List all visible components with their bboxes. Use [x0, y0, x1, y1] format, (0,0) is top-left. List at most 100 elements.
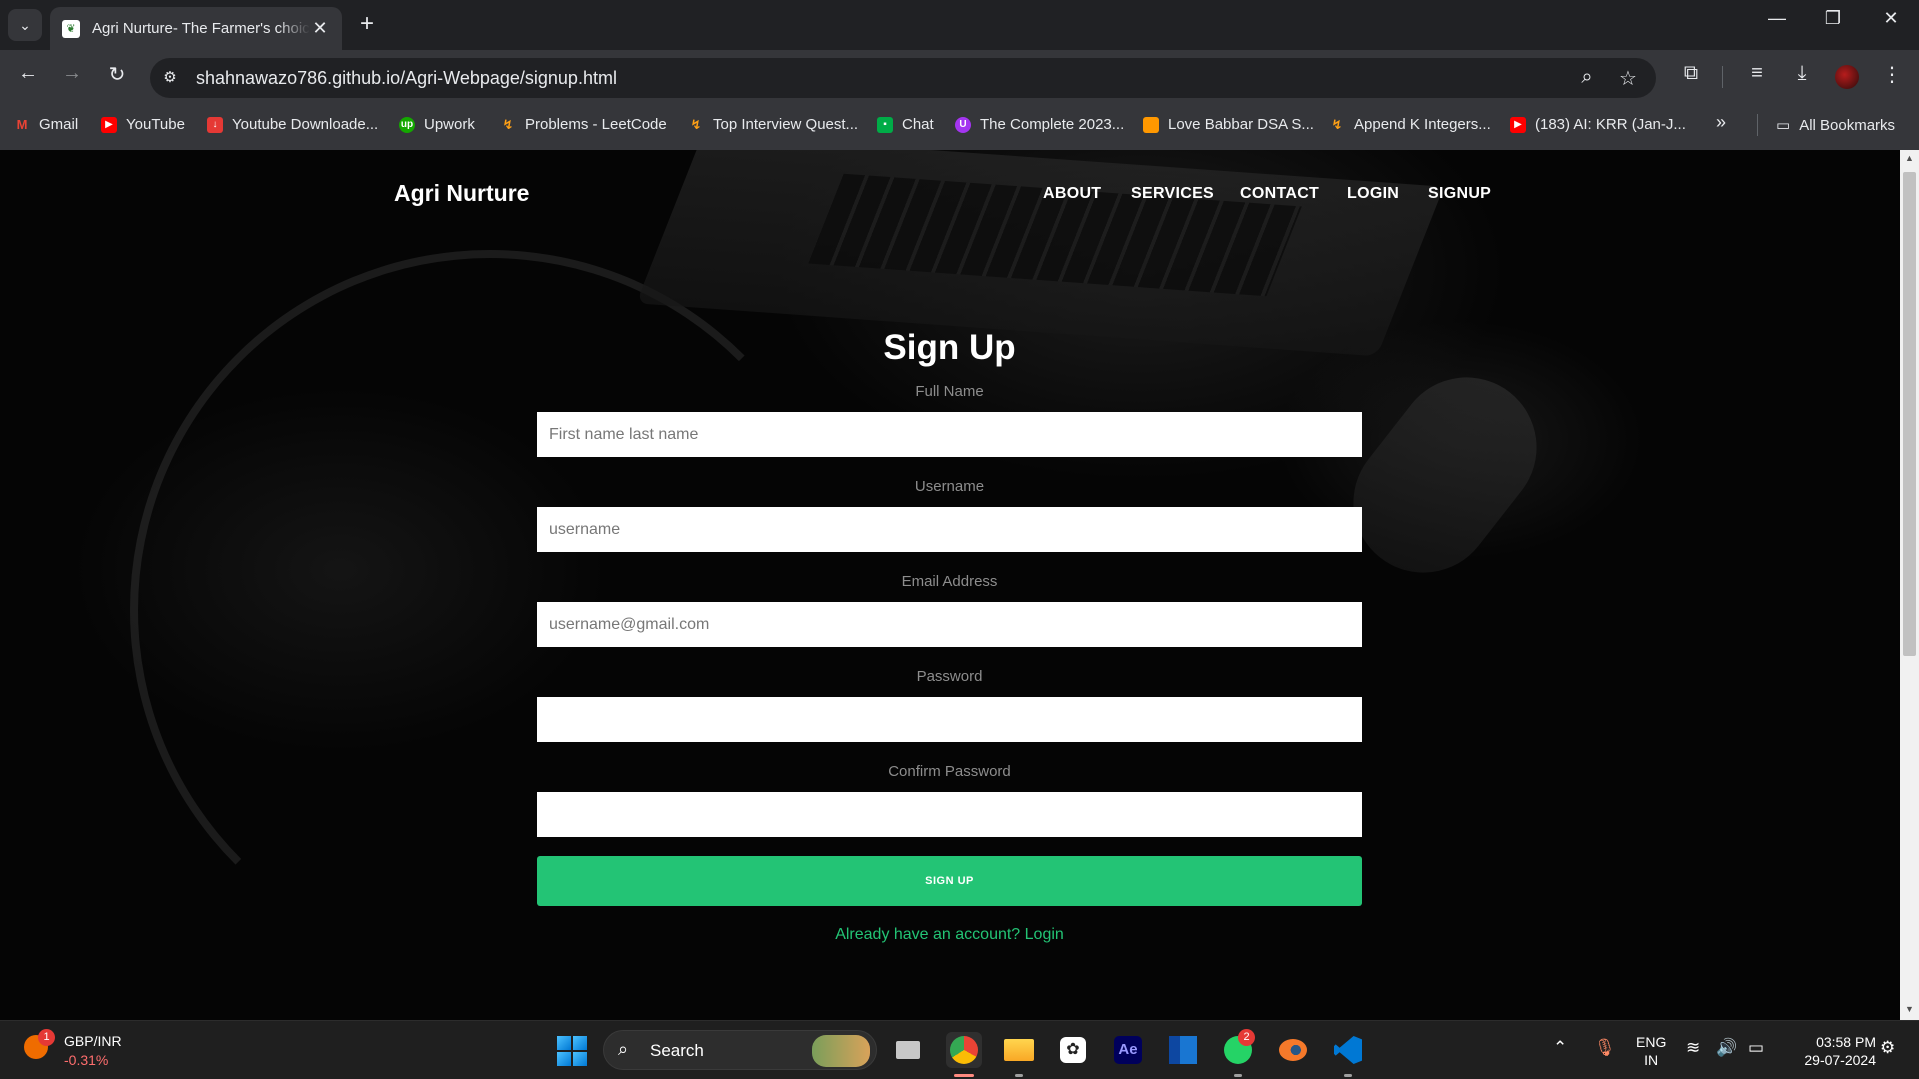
whatsapp-indicator: [1234, 1074, 1242, 1077]
search-icon: ⌕: [618, 1039, 629, 1059]
volume-icon[interactable]: 🔊: [1716, 1038, 1737, 1058]
after-effects-icon[interactable]: Ae: [1110, 1032, 1146, 1068]
toolbar-divider: [1722, 66, 1723, 88]
bookmark-gmail[interactable]: M Gmail: [14, 116, 79, 133]
nav-contact[interactable]: CONTACT: [1240, 185, 1319, 203]
leetcode-icon: ↯: [502, 116, 514, 132]
leetcode-icon: ↯: [690, 116, 702, 132]
scroll-thumb[interactable]: [1903, 172, 1916, 656]
confirm-password-input[interactable]: [537, 792, 1362, 837]
bookmark-star-icon[interactable]: ☆: [1615, 66, 1641, 91]
task-view-icon[interactable]: [890, 1032, 926, 1068]
back-arrow-icon[interactable]: ←: [14, 62, 42, 85]
blender-icon[interactable]: [1275, 1032, 1311, 1068]
bookmark-top-interview[interactable]: ↯ Top Interview Quest...: [688, 116, 859, 133]
login-link[interactable]: Already have an account? Login: [537, 926, 1362, 944]
file-explorer-icon[interactable]: [1001, 1032, 1037, 1068]
minimize-icon[interactable]: —: [1757, 8, 1797, 29]
wifi-icon[interactable]: ≋: [1686, 1038, 1700, 1058]
url-text[interactable]: shahnawazo786.github.io/Agri-Webpage/sig…: [196, 68, 617, 89]
sign-up-button[interactable]: SIGN UP: [537, 856, 1362, 906]
windows-start-icon[interactable]: [557, 1036, 587, 1066]
bookmarks-bar: M Gmail ▶ YouTube ↓ Youtube Downloade... up…: [0, 100, 1919, 150]
full-name-input[interactable]: [537, 412, 1362, 457]
chrome-icon[interactable]: [946, 1032, 982, 1068]
tab-bar: ⌄ ❦ Agri Nurture- The Farmer's choice ✕ …: [0, 0, 1919, 50]
site-favicon-icon: ❦: [62, 19, 80, 38]
search-highlight-art: [812, 1035, 870, 1067]
explorer-indicator: [1015, 1074, 1023, 1077]
nav-services[interactable]: SERVICES: [1131, 185, 1214, 203]
bookmark-complete-2023[interactable]: U The Complete 2023...: [955, 116, 1124, 133]
ticker-name[interactable]: GBP/INR: [64, 1033, 122, 1049]
bookmark-youtube-downloader[interactable]: ↓ Youtube Downloade...: [207, 116, 378, 133]
new-tab-button[interactable]: +: [354, 12, 380, 38]
extensions-icon[interactable]: ⧉: [1677, 62, 1705, 85]
close-tab-icon[interactable]: ✕: [310, 18, 330, 39]
taskbar-search[interactable]: ⌕ Search: [603, 1030, 877, 1070]
media-controls-icon[interactable]: ≡: [1743, 62, 1771, 85]
whatsapp-badge: 2: [1238, 1029, 1255, 1046]
nav-signup[interactable]: SIGNUP: [1428, 185, 1491, 203]
youtube-icon: ▶: [1510, 116, 1526, 133]
bookmark-append-k[interactable]: ↯ Append K Integers...: [1329, 116, 1491, 133]
bookmark-upwork[interactable]: up Upwork: [399, 116, 475, 133]
nav-about[interactable]: ABOUT: [1043, 185, 1101, 203]
tab-search-button[interactable]: ⌄: [8, 9, 42, 41]
username-input[interactable]: [537, 507, 1362, 552]
password-input[interactable]: [537, 697, 1362, 742]
username-label: Username: [914, 478, 985, 495]
taskbar-search-label: Search: [650, 1041, 704, 1060]
vscode-icon[interactable]: [1330, 1032, 1366, 1068]
course-icon: U: [955, 116, 971, 133]
microphone-icon[interactable]: 🎙: [1594, 1038, 1616, 1058]
email-input[interactable]: [537, 602, 1362, 647]
chevron-up-icon[interactable]: ⌃: [1553, 1038, 1567, 1058]
gmail-icon: M: [16, 117, 28, 132]
scroll-down-icon[interactable]: ▼: [1900, 1004, 1919, 1014]
bookmark-chat[interactable]: ▪ Chat: [877, 116, 934, 133]
widget-badge: 1: [38, 1029, 55, 1046]
more-bookmarks-icon[interactable]: »: [1716, 112, 1726, 133]
all-bookmarks-button[interactable]: ▭ All Bookmarks: [1776, 116, 1895, 135]
profile-avatar[interactable]: [1835, 65, 1859, 89]
restore-icon[interactable]: ❐: [1813, 8, 1853, 29]
nav-login[interactable]: LOGIN: [1347, 185, 1399, 203]
sheet-icon: [1143, 116, 1159, 133]
windows-taskbar: 1 GBP/INR -0.31% ⌕ Search ✿ Ae 2 ⌃ 🎙 ENG…: [0, 1020, 1919, 1079]
bookmark-love-babbar[interactable]: Love Babbar DSA S...: [1143, 116, 1314, 133]
bookmarks-divider: [1757, 114, 1758, 136]
leetcode-icon: ↯: [1331, 116, 1343, 132]
forward-arrow-icon[interactable]: →: [58, 62, 86, 85]
bookmark-youtube[interactable]: ▶ YouTube: [101, 116, 185, 133]
full-name-label: Full Name: [915, 383, 984, 400]
form-title: Sign Up: [883, 328, 1016, 367]
vscode-indicator: [1344, 1074, 1352, 1077]
page-viewport: Agri Nurture ABOUT SERVICES CONTACT LOGI…: [0, 150, 1900, 1020]
chrome-active-indicator: [954, 1074, 974, 1077]
site-brand-logo[interactable]: Agri Nurture: [394, 180, 529, 207]
address-bar[interactable]: ⚙ shahnawazo786.github.io/Agri-Webpage/s…: [150, 58, 1656, 98]
chevron-down-icon: ⌄: [19, 16, 31, 33]
zoom-icon[interactable]: ⌕: [1574, 66, 1600, 89]
app-book-icon[interactable]: [1165, 1032, 1201, 1068]
site-settings-icon[interactable]: ⚙: [160, 68, 180, 86]
bookmark-leetcode-problems[interactable]: ↯ Problems - LeetCode: [500, 116, 667, 133]
notifications-icon[interactable]: ⚙: [1880, 1038, 1895, 1058]
page-scrollbar[interactable]: ▲ ▼: [1900, 150, 1919, 1020]
reload-icon[interactable]: ↻: [103, 62, 131, 87]
close-window-icon[interactable]: ✕: [1871, 8, 1911, 29]
chat-icon: ▪: [877, 116, 893, 133]
language-indicator[interactable]: ENG IN: [1636, 1033, 1666, 1069]
battery-icon[interactable]: ▭: [1748, 1038, 1764, 1058]
chatgpt-icon[interactable]: ✿: [1055, 1032, 1091, 1068]
scroll-up-icon[interactable]: ▲: [1900, 153, 1919, 163]
bookmark-ai-krr[interactable]: ▶ (183) AI: KRR (Jan-J...: [1510, 116, 1686, 133]
active-tab[interactable]: ❦ Agri Nurture- The Farmer's choice ✕: [50, 7, 342, 50]
system-clock[interactable]: 03:58 PM 29-07-2024: [1786, 1033, 1876, 1069]
menu-kebab-icon[interactable]: ⋮: [1878, 62, 1906, 87]
upwork-icon: up: [399, 116, 415, 133]
downloads-icon[interactable]: ⤓: [1788, 62, 1816, 85]
password-label: Password: [916, 668, 983, 685]
tab-title: Agri Nurture- The Farmer's choice: [92, 20, 310, 37]
